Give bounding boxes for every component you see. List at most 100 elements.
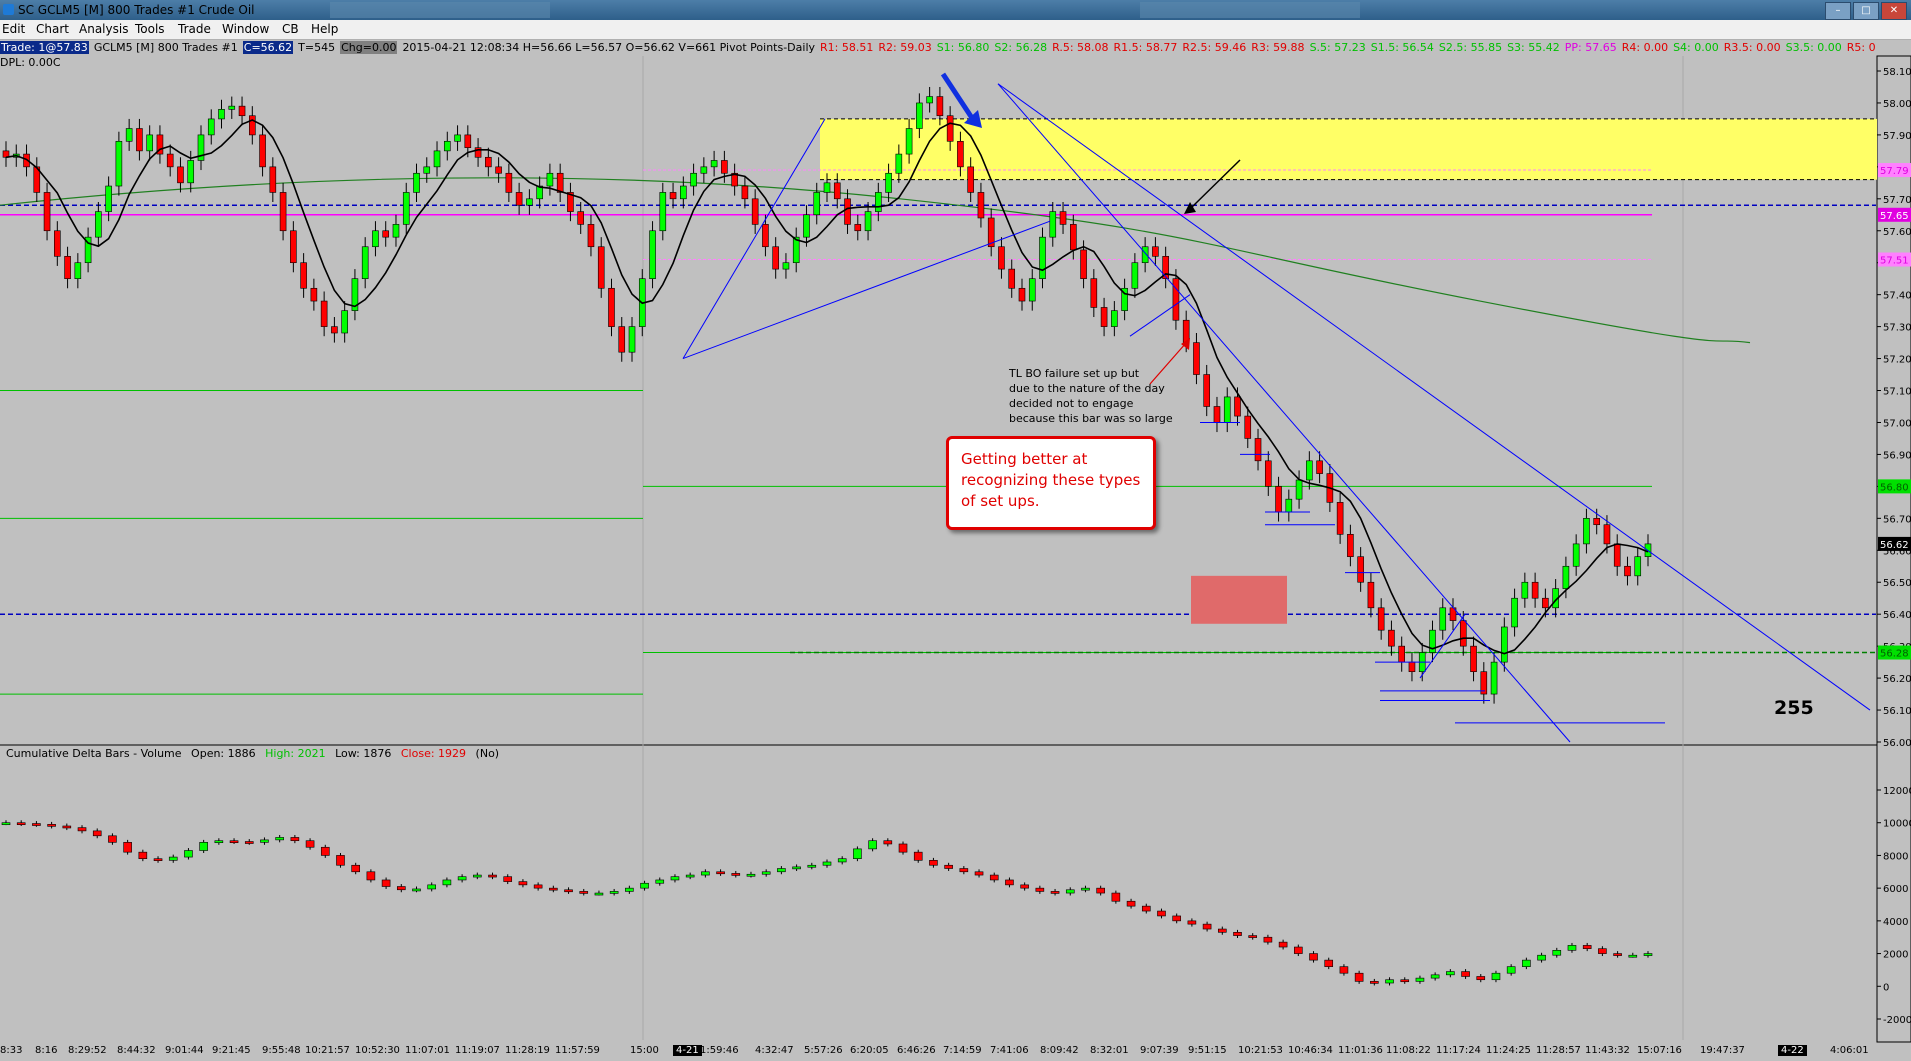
candle [1234,396,1241,417]
pivot-value: PP: 57.65 [1564,41,1617,54]
candle [1490,661,1498,695]
time-axis-label: 8:09:42 [1040,1045,1079,1056]
time-axis-label: 11:57:59 [555,1045,600,1056]
delta-bar [609,891,619,894]
delta-bar [229,840,239,844]
delta-bar [1035,887,1045,892]
price-axis-label: 56.20 [1883,674,1911,685]
time-axis-label: 6:46:26 [897,1045,936,1056]
delta-bar [1628,954,1638,958]
pivot-value: S2: 56.28 [994,41,1048,54]
delta-bar [77,827,87,832]
time-axis-label: 9:01:44 [165,1045,204,1056]
candle [54,230,61,257]
candle [249,115,256,136]
candle [1141,246,1149,264]
note-line: decided not to engage [1009,397,1134,410]
study-flag: (No) [475,747,500,760]
candle [782,262,790,270]
delta-bar [108,835,117,843]
candle [1439,607,1447,631]
delta-bar [822,861,832,866]
delta-bar [1202,923,1212,930]
time-axis[interactable]: 8:33 8:16 8:29:52 8:44:32 9:01:44 9:21:45 9:55… [0,1042,1876,1061]
candle [1111,310,1118,327]
delta-axis-label: 8000 [1883,851,1908,862]
candle [1028,278,1036,302]
candle [998,246,1005,270]
delta-bar [1324,959,1334,967]
candle [279,192,287,232]
bar-counter: 255 [1774,697,1814,719]
time-axis-label: 19:47:37 [1700,1045,1745,1056]
candle [1542,597,1549,609]
delta-bar [685,874,695,878]
candle [1193,342,1200,375]
delta-bar [974,871,984,876]
candle [1367,581,1375,609]
delta-bar [1233,932,1242,936]
symbol-label: GCLM5 [M] 800 Trades #1 [93,41,238,54]
candle [1244,415,1252,439]
candle [957,140,964,168]
candle [1080,249,1087,279]
candle [1511,597,1518,628]
delta-bar [549,887,558,891]
candle [1531,581,1539,599]
delta-bar [731,873,741,876]
price-axis-label: 56.10 [1883,706,1911,717]
delta-bar [396,886,406,891]
time-axis-label: 8:33 [0,1045,23,1056]
price-axis-label: 57.60 [1883,227,1911,238]
price-axis-label: 58.00 [1883,99,1911,110]
trendline-note: TL BO failure set up but due to the natu… [1009,366,1173,426]
candle [1264,460,1272,487]
delta-bar [47,824,56,827]
delta-bar [533,884,543,889]
pivot-value: S4: 0.00 [1673,41,1719,54]
candle [1213,406,1221,423]
delta-bar [1354,972,1364,982]
candle [464,134,472,148]
delta-bar [1446,971,1455,976]
candle [556,172,564,193]
delta-bar [1217,928,1227,933]
delta-bar [1172,915,1181,922]
candle [875,192,882,212]
price-axis-label: 57.10 [1883,387,1911,398]
chart-canvas[interactable]: 58.1058.0057.9057.8057.7057.6057.5057.40… [0,0,1911,1061]
candle [1593,518,1600,526]
last-price: C=56.62 [242,41,294,54]
callout-text: Getting better at recognizing these type… [961,450,1141,510]
candle [1634,556,1642,577]
candle [1203,374,1211,407]
price-tag-text: 56.62 [1880,540,1909,551]
delta-bar [214,840,224,844]
price-tag-text: 57.51 [1880,256,1909,267]
pivot-value: S3: 55.42 [1507,41,1560,54]
candle [1285,498,1293,513]
candle [1316,460,1323,474]
candle [1562,565,1570,589]
delta-bar [244,841,254,844]
delta-bar [1415,977,1425,982]
time-axis-label: 10:46:34 [1288,1045,1333,1056]
pivot-value: R2: 59.03 [878,41,932,54]
delta-axis-label: -2000 [1883,1015,1911,1026]
delta-bar [275,837,284,841]
delta-bar [625,887,634,892]
delta-axis-label: 2000 [1883,950,1908,961]
candle [741,185,749,200]
candle [885,172,892,193]
delta-bar [1065,889,1075,894]
candle [772,246,779,270]
study-low: Low: 1876 [335,747,392,760]
candle [485,156,492,168]
time-axis-label: 4:32:47 [755,1045,794,1056]
dpl-readout: DPL: 0.00C [0,56,61,69]
candle [1090,278,1098,308]
delta-bar [777,868,786,873]
delta-bar [1096,887,1105,894]
delta-bar [336,855,345,866]
candle [1470,645,1477,673]
